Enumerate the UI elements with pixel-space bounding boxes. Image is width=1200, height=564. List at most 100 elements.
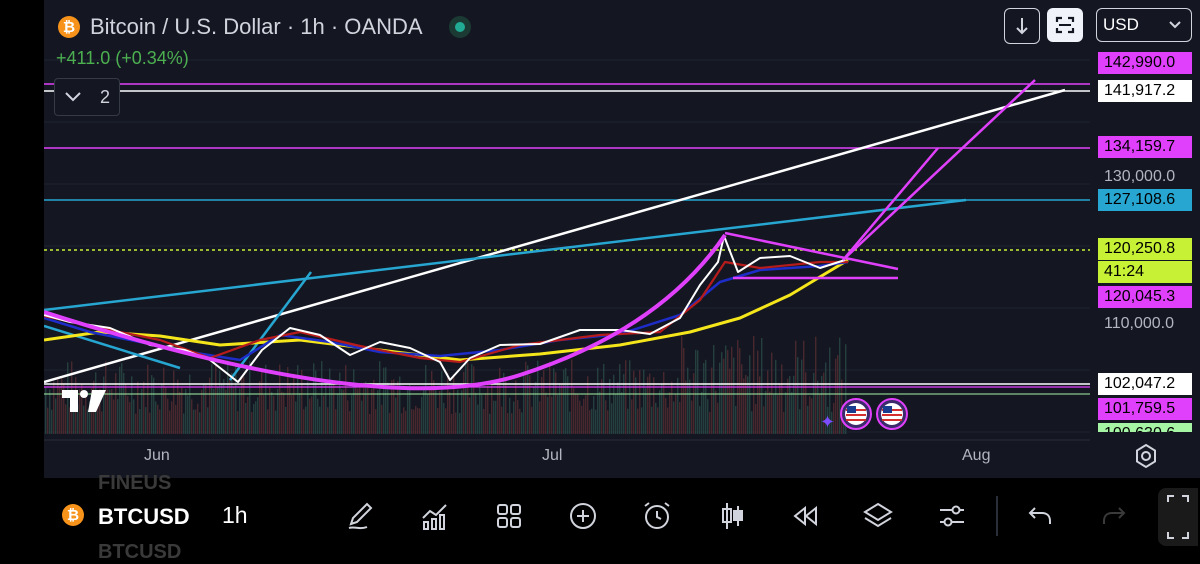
volume-bar bbox=[735, 406, 737, 434]
indicators-count: 2 bbox=[99, 86, 110, 107]
volume-bar bbox=[57, 377, 59, 434]
volume-bar bbox=[653, 377, 655, 434]
pencil-icon[interactable] bbox=[345, 500, 377, 532]
redo-icon[interactable] bbox=[1098, 500, 1130, 532]
replay-icon[interactable] bbox=[789, 500, 821, 532]
volume-bar bbox=[263, 395, 265, 434]
volume-bar bbox=[481, 395, 483, 434]
volume-bar bbox=[375, 409, 377, 434]
grid-icon[interactable] bbox=[493, 500, 525, 532]
volume-bar bbox=[571, 359, 573, 434]
volume-bar bbox=[629, 360, 631, 434]
price-axis-label: 130,000.0 bbox=[1104, 168, 1176, 185]
volume-bar bbox=[317, 398, 319, 434]
volume-bar bbox=[459, 413, 461, 434]
volume-bar bbox=[289, 384, 291, 434]
volume-bar bbox=[469, 397, 471, 434]
volume-bar bbox=[695, 349, 697, 434]
symbol-title[interactable]: Bitcoin / U.S. Dollar · 1h · OANDA bbox=[90, 14, 423, 40]
volume-bar bbox=[683, 347, 685, 434]
settings-sliders-icon[interactable] bbox=[936, 500, 968, 532]
volume-bar bbox=[659, 390, 661, 434]
volume-bar bbox=[561, 383, 563, 434]
volume-bar bbox=[47, 407, 49, 434]
price-tag: 100,630.6 bbox=[1098, 423, 1192, 432]
price-axis-label: 110,000.0 bbox=[1104, 315, 1174, 332]
volume-bar bbox=[807, 405, 809, 434]
volume-bar bbox=[191, 399, 193, 434]
volume-bar bbox=[681, 336, 683, 434]
volume-bar bbox=[537, 360, 539, 434]
volume-bar bbox=[623, 374, 625, 434]
volume-bar bbox=[431, 371, 433, 434]
chart-area[interactable] bbox=[44, 0, 1200, 478]
price-chart[interactable] bbox=[44, 0, 1200, 478]
volume-bar bbox=[739, 348, 741, 434]
volume-bar bbox=[179, 391, 181, 434]
volume-bar bbox=[521, 412, 523, 434]
volume-bar bbox=[169, 410, 171, 434]
indicators-toggle-button[interactable]: 2 bbox=[54, 78, 120, 116]
volume-bar bbox=[281, 391, 283, 434]
add-icon[interactable] bbox=[567, 500, 599, 532]
volume-bar bbox=[515, 380, 517, 434]
moving-average-line bbox=[44, 258, 849, 362]
bitcoin-icon: ₿ bbox=[58, 16, 80, 38]
volume-bar bbox=[647, 376, 649, 434]
layers-icon[interactable] bbox=[862, 500, 894, 532]
volume-bar bbox=[163, 367, 165, 434]
volume-bar bbox=[805, 372, 807, 434]
volume-bar bbox=[311, 396, 313, 434]
undo-icon[interactable] bbox=[1024, 500, 1056, 532]
volume-bar bbox=[541, 376, 543, 434]
download-button[interactable] bbox=[1004, 8, 1040, 44]
fullscreen-button[interactable] bbox=[1047, 8, 1083, 42]
volume-bar bbox=[325, 383, 327, 434]
volume-bar bbox=[453, 374, 455, 434]
volume-bar bbox=[761, 337, 763, 434]
volume-bar bbox=[517, 400, 519, 434]
alarm-icon[interactable] bbox=[641, 500, 673, 532]
volume-bar bbox=[513, 401, 515, 434]
volume-bar bbox=[607, 410, 609, 434]
symbol-header[interactable]: ₿ Bitcoin / U.S. Dollar · 1h · OANDA bbox=[58, 12, 471, 42]
volume-bar bbox=[673, 401, 675, 434]
volume-bar bbox=[605, 400, 607, 434]
volume-bar bbox=[533, 386, 535, 434]
volume-bar bbox=[441, 371, 443, 434]
volume-bar bbox=[237, 411, 239, 434]
side-panel-handle[interactable] bbox=[1158, 488, 1198, 546]
volume-bar bbox=[553, 368, 555, 434]
volume-bar bbox=[727, 350, 729, 434]
symbol-button[interactable]: BTCUSD bbox=[98, 504, 200, 530]
volume-bar bbox=[357, 388, 359, 434]
candles-icon[interactable] bbox=[716, 500, 748, 532]
volume-bar bbox=[597, 367, 599, 434]
chevron-down-icon bbox=[1169, 21, 1181, 29]
price-tag: 134,159.7 bbox=[1098, 136, 1192, 158]
volume-bar bbox=[147, 364, 149, 434]
volume-bar bbox=[765, 390, 767, 434]
indicators-icon[interactable] bbox=[419, 500, 451, 532]
volume-bar bbox=[645, 388, 647, 434]
volume-bar bbox=[579, 400, 581, 434]
interval-button[interactable]: 1h bbox=[222, 502, 248, 529]
currency-select[interactable]: USD bbox=[1096, 8, 1192, 42]
volume-bar bbox=[113, 399, 115, 434]
volume-bar bbox=[705, 359, 707, 434]
bottom-toolbar: FINEUS BTCUSD ₿ BTCUSD 1h bbox=[0, 472, 1200, 563]
volume-bar bbox=[313, 363, 315, 434]
volume-bar bbox=[347, 400, 349, 434]
volume-bar bbox=[503, 372, 505, 434]
time-axis-label: Jul bbox=[542, 447, 563, 464]
chart-settings-icon[interactable] bbox=[1133, 443, 1159, 469]
volume-bar bbox=[815, 336, 817, 434]
price-tag: 142,990.0 bbox=[1098, 52, 1192, 74]
volume-bar bbox=[439, 390, 441, 434]
volume-bar bbox=[511, 413, 513, 434]
volume-bar bbox=[545, 392, 547, 434]
volume-bar bbox=[543, 370, 545, 434]
volume-bar bbox=[307, 381, 309, 434]
volume-bar bbox=[157, 404, 159, 434]
economic-events[interactable]: ✦ bbox=[818, 396, 914, 432]
